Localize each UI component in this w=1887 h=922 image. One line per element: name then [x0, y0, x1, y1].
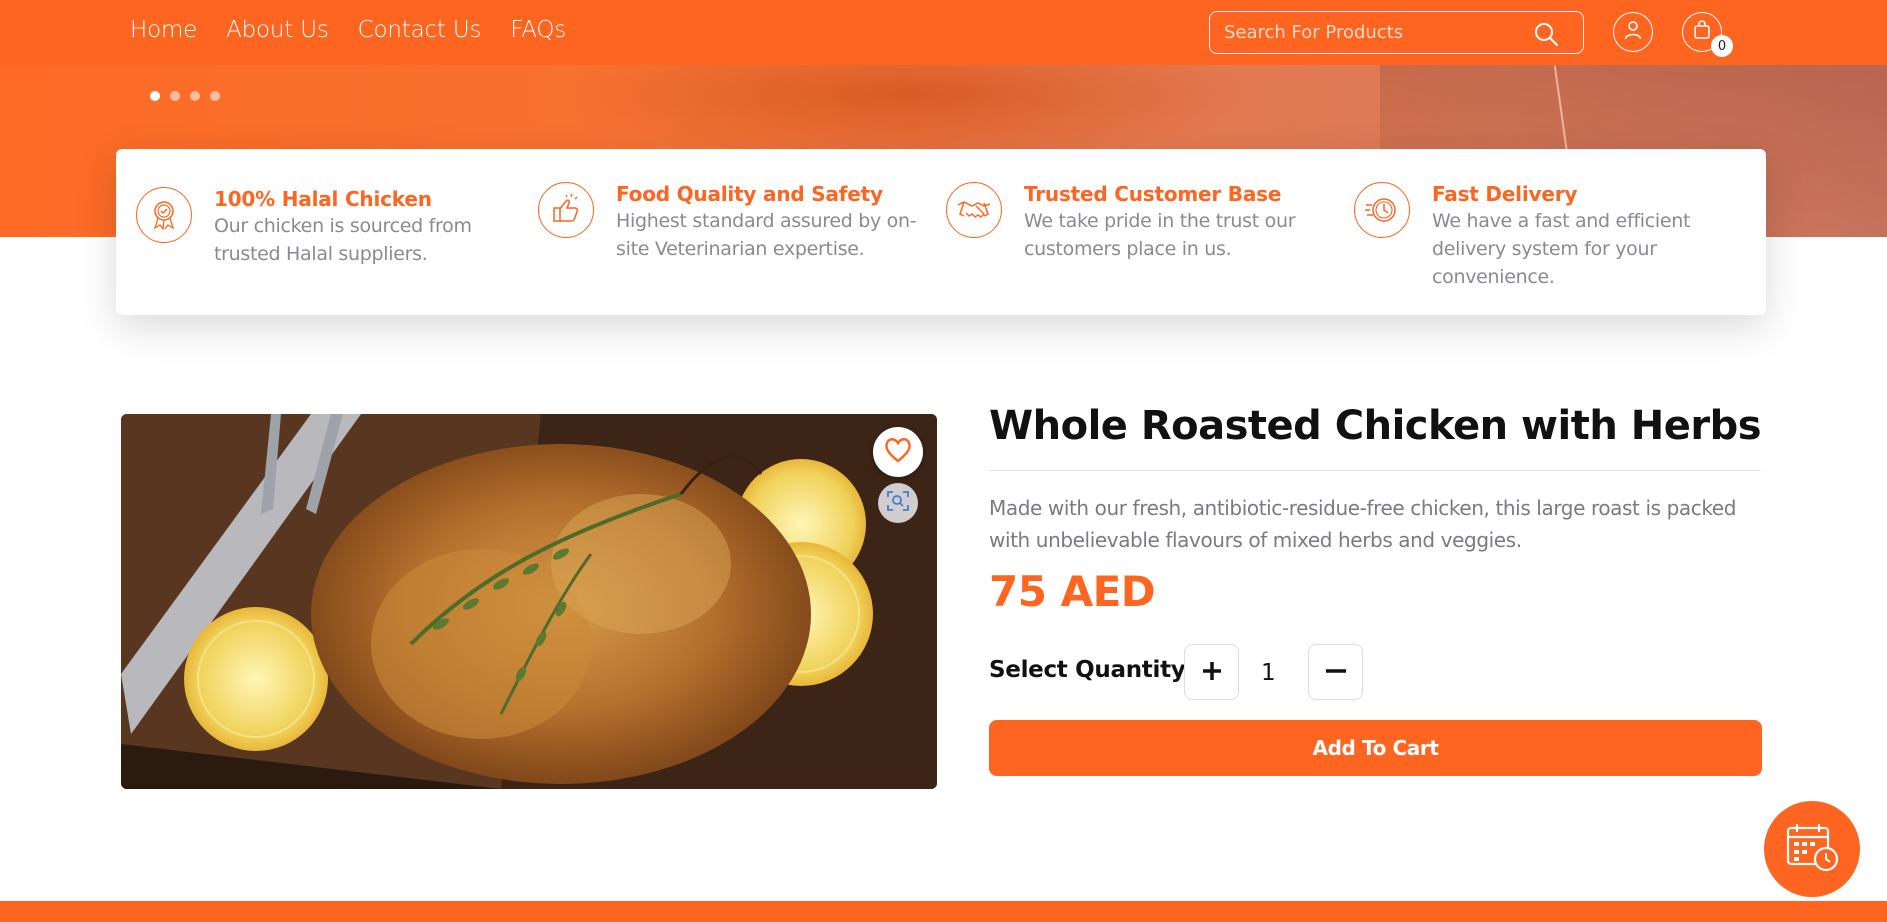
feature-halal: 100% Halal Chicken Our chicken is source…	[136, 187, 484, 268]
nav-contact-us[interactable]: Contact Us	[358, 17, 482, 43]
halal-badge-icon	[136, 187, 192, 243]
slider-dot-2[interactable]	[170, 91, 180, 101]
nav-faqs[interactable]: FAQs	[510, 17, 566, 43]
product-description: Made with our fresh, antibiotic-residue-…	[989, 496, 1736, 552]
feature-trusted: Trusted Customer Base We take pride in t…	[946, 182, 1314, 263]
main-nav: Home About Us Contact Us FAQs	[130, 17, 566, 43]
feature-title: Trusted Customer Base	[1024, 182, 1282, 206]
zoom-scan-icon	[886, 489, 910, 517]
wishlist-button[interactable]	[873, 427, 923, 477]
slider-dot-3[interactable]	[190, 91, 200, 101]
feature-title: 100% Halal Chicken	[214, 187, 432, 211]
feature-description: We take pride in the trust our customers…	[1024, 210, 1296, 260]
add-to-cart-button[interactable]: Add To Cart	[989, 720, 1762, 776]
cart-button[interactable]: 0	[1682, 12, 1733, 57]
nav-home[interactable]: Home	[130, 17, 197, 43]
title-divider	[989, 470, 1761, 471]
product-title: Whole Roasted Chicken with Herbs	[989, 403, 1762, 449]
feature-description: Highest standard assured by on-site Vete…	[616, 210, 917, 260]
user-icon	[1623, 19, 1643, 45]
quantity-value: 1	[1261, 660, 1276, 686]
thumbs-up-icon	[538, 182, 594, 238]
top-header: Home About Us Contact Us FAQs 0	[0, 0, 1887, 65]
search-input[interactable]	[1210, 22, 1530, 43]
quantity-decrease-button[interactable]	[1308, 644, 1363, 700]
feature-description: Our chicken is sourced from trusted Hala…	[214, 215, 472, 265]
calendar-clock-icon	[1785, 821, 1839, 877]
search-icon[interactable]	[1533, 21, 1559, 51]
footer-bar	[0, 901, 1887, 922]
roasted-chicken-image	[121, 414, 937, 789]
quantity-label: Select Quantity	[989, 657, 1186, 683]
features-card: 100% Halal Chicken Our chicken is source…	[116, 149, 1766, 315]
quantity-increase-button[interactable]	[1184, 644, 1239, 700]
handshake-icon	[946, 182, 1002, 238]
feature-title: Food Quality and Safety	[616, 182, 883, 206]
heart-icon	[884, 437, 912, 467]
feature-quality: Food Quality and Safety Highest standard…	[538, 182, 926, 263]
product-price: 75 AED	[989, 567, 1156, 616]
shopping-bag-icon	[1693, 20, 1711, 44]
nav-about-us[interactable]: About Us	[226, 17, 329, 43]
fast-delivery-clock-icon	[1354, 182, 1410, 238]
slider-dot-1[interactable]	[150, 91, 160, 101]
feature-title: Fast Delivery	[1432, 182, 1578, 206]
zoom-button[interactable]	[878, 483, 918, 523]
slider-dots	[150, 91, 220, 101]
schedule-order-button[interactable]	[1764, 801, 1860, 897]
slider-dot-4[interactable]	[210, 91, 220, 101]
cart-count-badge: 0	[1711, 35, 1733, 57]
minus-icon	[1325, 660, 1347, 685]
feature-description: We have a fast and efficient delivery sy…	[1432, 210, 1691, 288]
search-box	[1209, 11, 1584, 54]
feature-delivery: Fast Delivery We have a fast and efficie…	[1354, 182, 1722, 291]
user-account-button[interactable]	[1613, 12, 1653, 52]
plus-icon	[1201, 660, 1223, 685]
